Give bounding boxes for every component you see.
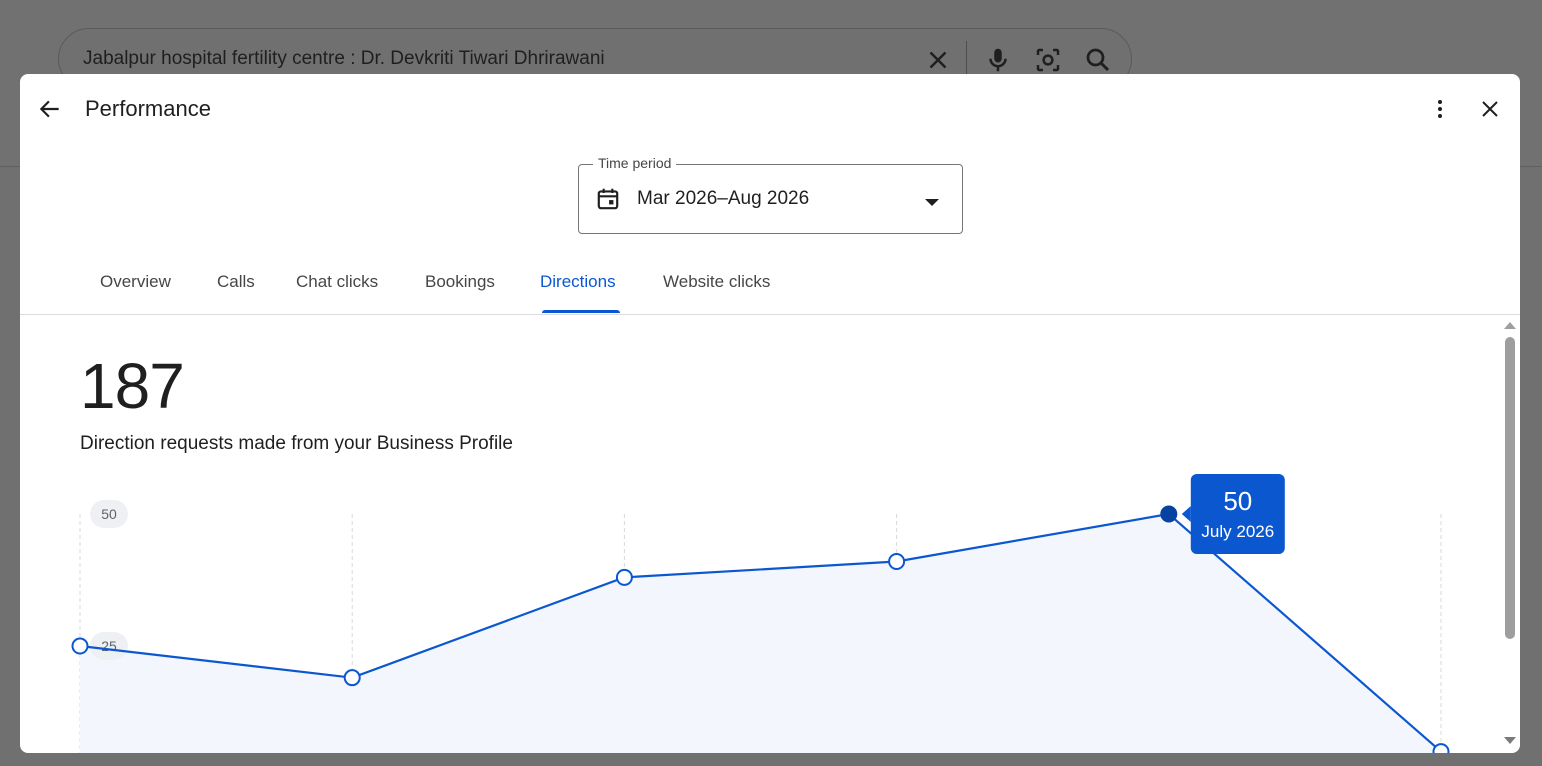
data-point xyxy=(615,568,633,586)
y-tick-label: 50 xyxy=(101,506,117,522)
scrollbar-thumb[interactable] xyxy=(1505,337,1515,639)
data-point xyxy=(343,669,361,687)
search-query[interactable]: Jabalpur hospital fertility centre : Dr.… xyxy=(83,48,605,70)
lens-icon[interactable] xyxy=(1033,45,1063,75)
clear-icon[interactable] xyxy=(923,45,953,75)
data-point xyxy=(1160,505,1178,523)
data-point xyxy=(1432,743,1450,753)
scroll-up-arrow-icon[interactable] xyxy=(1504,321,1516,329)
chart-tooltip: 50 July 2026 xyxy=(1181,474,1285,554)
data-point xyxy=(888,553,906,571)
y-tick-label: 25 xyxy=(101,638,117,654)
tooltip-label: July 2026 xyxy=(1201,522,1274,541)
scroll-down-arrow-icon[interactable] xyxy=(1504,737,1516,745)
tooltip-pointer xyxy=(1181,506,1191,522)
search-icon[interactable] xyxy=(1083,45,1113,75)
performance-dialog: Performance Time period Mar 2026–Aug 202… xyxy=(20,74,1520,753)
tooltip-value: 50 xyxy=(1223,486,1252,516)
data-point xyxy=(71,637,89,655)
directions-chart: 50 25 50 July 2026 xyxy=(71,474,1450,753)
microphone-icon[interactable] xyxy=(983,45,1013,75)
